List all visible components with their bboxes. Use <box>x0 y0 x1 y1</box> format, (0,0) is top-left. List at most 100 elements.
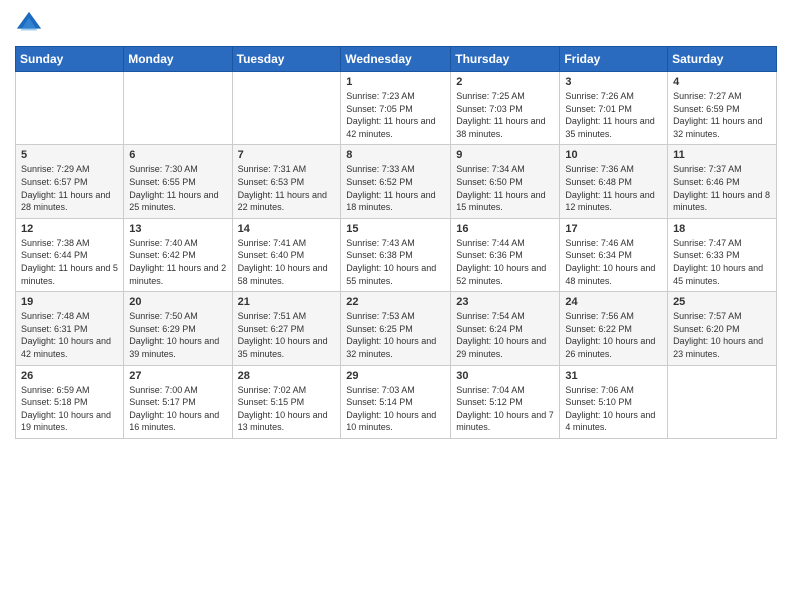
calendar-cell: 26 Sunrise: 6:59 AM Sunset: 5:18 PM Dayli… <box>16 365 124 438</box>
calendar-cell: 5 Sunrise: 7:29 AM Sunset: 6:57 PM Daylig… <box>16 145 124 218</box>
day-info: Sunrise: 7:37 AM Sunset: 6:46 PM Dayligh… <box>673 163 771 213</box>
calendar-week-row: 12 Sunrise: 7:38 AM Sunset: 6:44 PM Dayli… <box>16 218 777 291</box>
day-info: Sunrise: 7:25 AM Sunset: 7:03 PM Dayligh… <box>456 90 554 140</box>
calendar-cell <box>16 72 124 145</box>
day-number: 28 <box>238 370 336 382</box>
day-info: Sunrise: 7:03 AM Sunset: 5:14 PM Dayligh… <box>346 384 445 434</box>
calendar-week-row: 1 Sunrise: 7:23 AM Sunset: 7:05 PM Daylig… <box>16 72 777 145</box>
calendar-cell: 17 Sunrise: 7:46 AM Sunset: 6:34 PM Dayli… <box>560 218 668 291</box>
calendar-cell: 25 Sunrise: 7:57 AM Sunset: 6:20 PM Dayli… <box>668 292 777 365</box>
day-number: 31 <box>565 370 662 382</box>
weekday-header-sunday: Sunday <box>16 47 124 72</box>
day-number: 15 <box>346 223 445 235</box>
calendar-cell: 16 Sunrise: 7:44 AM Sunset: 6:36 PM Dayli… <box>451 218 560 291</box>
day-info: Sunrise: 7:38 AM Sunset: 6:44 PM Dayligh… <box>21 237 118 287</box>
day-info: Sunrise: 7:50 AM Sunset: 6:29 PM Dayligh… <box>129 310 226 360</box>
calendar-cell: 2 Sunrise: 7:25 AM Sunset: 7:03 PM Daylig… <box>451 72 560 145</box>
day-number: 30 <box>456 370 554 382</box>
day-number: 25 <box>673 296 771 308</box>
day-number: 4 <box>673 76 771 88</box>
day-number: 21 <box>238 296 336 308</box>
day-info: Sunrise: 7:23 AM Sunset: 7:05 PM Dayligh… <box>346 90 445 140</box>
calendar-cell: 22 Sunrise: 7:53 AM Sunset: 6:25 PM Dayli… <box>341 292 451 365</box>
logo-icon <box>15 10 43 38</box>
calendar-cell: 15 Sunrise: 7:43 AM Sunset: 6:38 PM Dayli… <box>341 218 451 291</box>
day-info: Sunrise: 7:54 AM Sunset: 6:24 PM Dayligh… <box>456 310 554 360</box>
day-number: 7 <box>238 149 336 161</box>
day-number: 2 <box>456 76 554 88</box>
day-info: Sunrise: 7:27 AM Sunset: 6:59 PM Dayligh… <box>673 90 771 140</box>
weekday-header-thursday: Thursday <box>451 47 560 72</box>
calendar-week-row: 5 Sunrise: 7:29 AM Sunset: 6:57 PM Daylig… <box>16 145 777 218</box>
calendar-cell: 19 Sunrise: 7:48 AM Sunset: 6:31 PM Dayli… <box>16 292 124 365</box>
calendar-cell: 30 Sunrise: 7:04 AM Sunset: 5:12 PM Dayli… <box>451 365 560 438</box>
day-number: 16 <box>456 223 554 235</box>
calendar-cell <box>232 72 341 145</box>
day-number: 24 <box>565 296 662 308</box>
day-info: Sunrise: 7:44 AM Sunset: 6:36 PM Dayligh… <box>456 237 554 287</box>
day-number: 22 <box>346 296 445 308</box>
day-number: 26 <box>21 370 118 382</box>
calendar-cell: 7 Sunrise: 7:31 AM Sunset: 6:53 PM Daylig… <box>232 145 341 218</box>
calendar-cell: 27 Sunrise: 7:00 AM Sunset: 5:17 PM Dayli… <box>124 365 232 438</box>
calendar-cell: 14 Sunrise: 7:41 AM Sunset: 6:40 PM Dayli… <box>232 218 341 291</box>
day-number: 12 <box>21 223 118 235</box>
day-info: Sunrise: 7:02 AM Sunset: 5:15 PM Dayligh… <box>238 384 336 434</box>
calendar-cell: 28 Sunrise: 7:02 AM Sunset: 5:15 PM Dayli… <box>232 365 341 438</box>
day-info: Sunrise: 7:47 AM Sunset: 6:33 PM Dayligh… <box>673 237 771 287</box>
calendar-cell <box>668 365 777 438</box>
day-number: 19 <box>21 296 118 308</box>
day-number: 6 <box>129 149 226 161</box>
day-info: Sunrise: 7:48 AM Sunset: 6:31 PM Dayligh… <box>21 310 118 360</box>
day-info: Sunrise: 7:04 AM Sunset: 5:12 PM Dayligh… <box>456 384 554 434</box>
calendar-cell: 20Sunrise: 7:50 AM Sunset: 6:29 PM Dayli… <box>124 292 232 365</box>
calendar-cell: 1 Sunrise: 7:23 AM Sunset: 7:05 PM Daylig… <box>341 72 451 145</box>
weekday-header-wednesday: Wednesday <box>341 47 451 72</box>
day-info: Sunrise: 7:29 AM Sunset: 6:57 PM Dayligh… <box>21 163 118 213</box>
day-number: 5 <box>21 149 118 161</box>
day-number: 27 <box>129 370 226 382</box>
calendar-week-row: 19 Sunrise: 7:48 AM Sunset: 6:31 PM Dayli… <box>16 292 777 365</box>
day-number: 14 <box>238 223 336 235</box>
day-info: Sunrise: 7:33 AM Sunset: 6:52 PM Dayligh… <box>346 163 445 213</box>
calendar-cell: 29 Sunrise: 7:03 AM Sunset: 5:14 PM Dayli… <box>341 365 451 438</box>
day-info: Sunrise: 7:00 AM Sunset: 5:17 PM Dayligh… <box>129 384 226 434</box>
day-number: 29 <box>346 370 445 382</box>
weekday-header-row: SundayMondayTuesdayWednesdayThursdayFrid… <box>16 47 777 72</box>
day-info: Sunrise: 7:34 AM Sunset: 6:50 PM Dayligh… <box>456 163 554 213</box>
weekday-header-saturday: Saturday <box>668 47 777 72</box>
day-info: Sunrise: 7:40 AM Sunset: 6:42 PM Dayligh… <box>129 237 226 287</box>
calendar-table: SundayMondayTuesdayWednesdayThursdayFrid… <box>15 46 777 439</box>
day-info: Sunrise: 7:46 AM Sunset: 6:34 PM Dayligh… <box>565 237 662 287</box>
day-info: Sunrise: 7:53 AM Sunset: 6:25 PM Dayligh… <box>346 310 445 360</box>
day-number: 10 <box>565 149 662 161</box>
day-number: 11 <box>673 149 771 161</box>
logo <box>15 10 47 38</box>
day-number: 8 <box>346 149 445 161</box>
calendar-cell: 4 Sunrise: 7:27 AM Sunset: 6:59 PM Daylig… <box>668 72 777 145</box>
day-info: Sunrise: 7:30 AM Sunset: 6:55 PM Dayligh… <box>129 163 226 213</box>
day-number: 13 <box>129 223 226 235</box>
weekday-header-tuesday: Tuesday <box>232 47 341 72</box>
day-info: Sunrise: 7:26 AM Sunset: 7:01 PM Dayligh… <box>565 90 662 140</box>
calendar-cell: 24 Sunrise: 7:56 AM Sunset: 6:22 PM Dayli… <box>560 292 668 365</box>
day-number: 3 <box>565 76 662 88</box>
day-number: 9 <box>456 149 554 161</box>
weekday-header-monday: Monday <box>124 47 232 72</box>
day-number: 1 <box>346 76 445 88</box>
day-info: Sunrise: 7:51 AM Sunset: 6:27 PM Dayligh… <box>238 310 336 360</box>
calendar-cell: 8 Sunrise: 7:33 AM Sunset: 6:52 PM Daylig… <box>341 145 451 218</box>
day-info: Sunrise: 7:57 AM Sunset: 6:20 PM Dayligh… <box>673 310 771 360</box>
day-info: Sunrise: 7:43 AM Sunset: 6:38 PM Dayligh… <box>346 237 445 287</box>
day-info: Sunrise: 7:31 AM Sunset: 6:53 PM Dayligh… <box>238 163 336 213</box>
day-number: 17 <box>565 223 662 235</box>
day-info: Sunrise: 7:56 AM Sunset: 6:22 PM Dayligh… <box>565 310 662 360</box>
day-info: Sunrise: 6:59 AM Sunset: 5:18 PM Dayligh… <box>21 384 118 434</box>
day-info: Sunrise: 7:41 AM Sunset: 6:40 PM Dayligh… <box>238 237 336 287</box>
day-number: 18 <box>673 223 771 235</box>
calendar-cell: 9 Sunrise: 7:34 AM Sunset: 6:50 PM Daylig… <box>451 145 560 218</box>
page: SundayMondayTuesdayWednesdayThursdayFrid… <box>0 0 792 612</box>
calendar-cell: 23 Sunrise: 7:54 AM Sunset: 6:24 PM Dayli… <box>451 292 560 365</box>
calendar-cell <box>124 72 232 145</box>
day-number: 23 <box>456 296 554 308</box>
